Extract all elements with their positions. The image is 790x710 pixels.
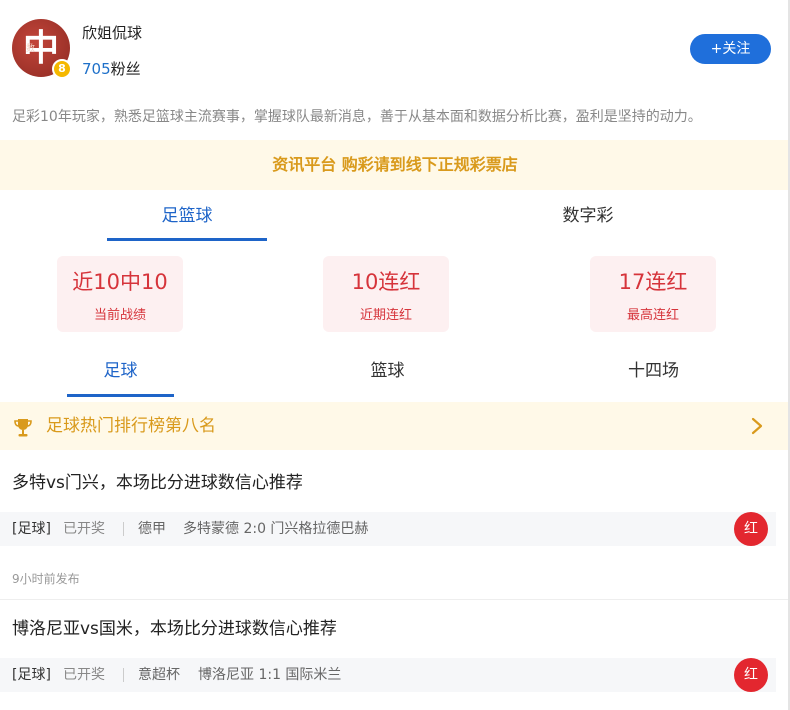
match-status: 已开奖 [63, 521, 105, 537]
avatar[interactable]: 中 数 8 [12, 19, 72, 79]
match-info-row: [足球] 已开奖 德甲 多特蒙德 2:0 门兴格拉德巴赫 [0, 512, 776, 546]
stat-value: 10连红 [351, 270, 421, 294]
article-title[interactable]: 博洛尼亚vs国米，本场比分进球数信心推荐 [12, 614, 337, 639]
ranking-text: 足球热门排行榜第八名 [46, 416, 216, 436]
sub-tab-underline [67, 394, 174, 397]
fans-count: 705 [82, 60, 111, 78]
match-status: 已开奖 [63, 667, 105, 683]
match-league: 意超杯 [138, 667, 180, 683]
main-tabs: 足篮球 数字彩 [0, 190, 790, 242]
match-info-row: [足球] 已开奖 意超杯 博洛尼亚 1:1 国际米兰 [0, 658, 776, 692]
bio-text: 足彩10年玩家，熟悉足篮球主流赛事，掌握球队最新消息，善于从基本面和数据分析比赛… [12, 109, 702, 125]
divider [0, 599, 790, 600]
article-title[interactable]: 多特vs门兴，本场比分进球数信心推荐 [12, 468, 303, 493]
stat-value: 近10中10 [72, 270, 168, 294]
stat-label: 最高连红 [626, 308, 679, 323]
match-type: [足球] [12, 521, 51, 537]
stat-label: 近期连红 [359, 308, 412, 323]
tab-digital-lottery[interactable]: 数字彩 [508, 190, 668, 242]
match-league: 德甲 [138, 521, 166, 537]
stat-value: 17连红 [618, 270, 688, 294]
ranking-banner[interactable]: 足球热门排行榜第八名 [0, 402, 790, 450]
sub-tabs: 足球 篮球 十四场 [0, 346, 790, 398]
stat-recent-streak: 10连红 近期连红 [323, 256, 449, 332]
match-teams-score: 博洛尼亚 1:1 国际米兰 [198, 667, 342, 683]
tab-football[interactable]: 足球 [67, 346, 174, 396]
level-badge: 8 [52, 59, 72, 79]
publish-time: 9小时前发布 [12, 572, 80, 586]
article-card[interactable]: 博洛尼亚vs国米，本场比分进球数信心推荐 [足球] 已开奖 意超杯 博洛尼亚 1… [0, 614, 790, 710]
username[interactable]: 欣姐侃球 [82, 22, 142, 43]
match-teams-score: 多特蒙德 2:0 门兴格拉德巴赫 [183, 521, 369, 537]
divider [123, 522, 124, 536]
stat-current-record: 近10中10 当前战绩 [57, 256, 183, 332]
profile-header: 中 数 8 欣姐侃球 705粉丝 +关注 [0, 0, 790, 100]
tab-fourteen-matches[interactable]: 十四场 [600, 346, 707, 396]
match-type: [足球] [12, 667, 51, 683]
fans-info: 705粉丝 [82, 58, 141, 79]
stat-best-streak: 17连红 最高连红 [590, 256, 716, 332]
result-badge: 红 [734, 658, 768, 692]
notice-banner: 资讯平台 购彩请到线下正规彩票店 [0, 140, 790, 190]
avatar-sub-char: 数 [26, 44, 36, 54]
tab-basketball[interactable]: 篮球 [334, 346, 441, 396]
divider [123, 668, 124, 682]
stat-label: 当前战绩 [93, 308, 146, 323]
follow-button[interactable]: +关注 [690, 34, 771, 64]
result-badge: 红 [734, 512, 768, 546]
trophy-icon [14, 419, 32, 437]
fans-label: 粉丝 [110, 60, 141, 78]
chevron-right-icon [751, 417, 763, 435]
article-card[interactable]: 多特vs门兴，本场比分进球数信心推荐 [足球] 已开奖 德甲 多特蒙德 2:0 … [0, 468, 790, 598]
main-tab-underline [107, 238, 267, 241]
tab-football-basketball[interactable]: 足篮球 [107, 190, 267, 242]
